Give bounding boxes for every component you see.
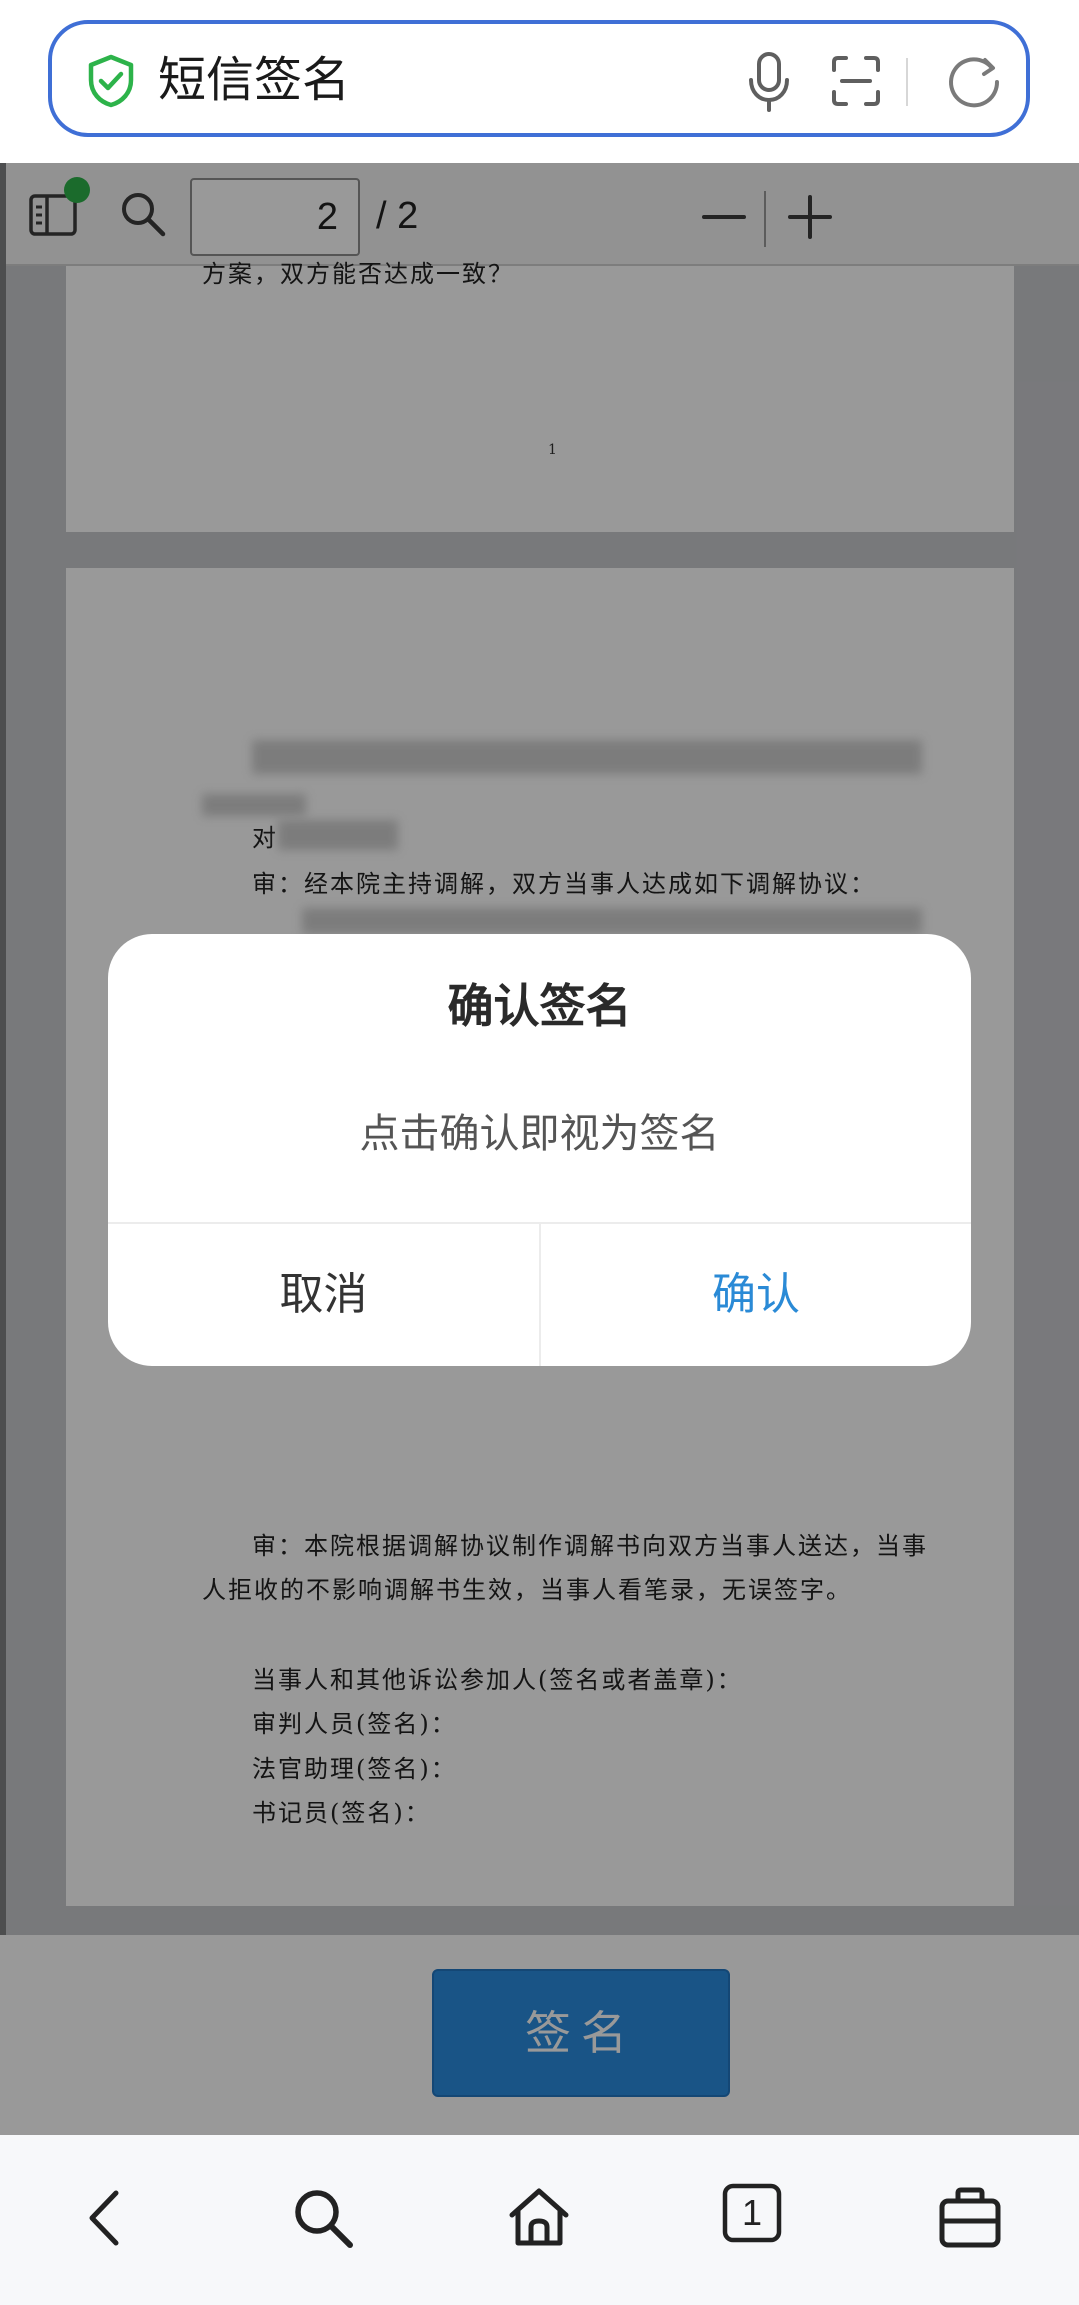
bottom-navigation: 1 xyxy=(0,2135,1079,2305)
address-bar[interactable]: 短信签名 xyxy=(48,20,1030,137)
back-icon[interactable] xyxy=(72,2183,142,2253)
tab-count: 1 xyxy=(741,2192,763,2233)
home-icon[interactable] xyxy=(504,2183,574,2253)
confirm-sign-dialog: 确认签名 点击确认即视为签名 取消 确认 xyxy=(108,934,971,1366)
scan-icon[interactable] xyxy=(830,54,882,108)
cancel-button[interactable]: 取消 xyxy=(108,1224,539,1366)
search-icon[interactable] xyxy=(288,2183,358,2253)
reload-icon[interactable] xyxy=(944,52,1004,112)
microphone-icon[interactable] xyxy=(744,50,794,114)
confirm-button[interactable]: 确认 xyxy=(541,1224,971,1366)
toolbox-icon[interactable] xyxy=(936,2183,1006,2253)
dialog-title: 确认签名 xyxy=(447,979,632,1033)
browser-top-bar: 短信签名 xyxy=(0,0,1079,163)
security-shield-icon xyxy=(88,54,134,108)
dialog-message: 点击确认即视为签名 xyxy=(359,1111,720,1157)
tabs-icon[interactable]: 1 xyxy=(722,2183,792,2253)
address-bar-divider xyxy=(906,58,908,106)
address-text[interactable]: 短信签名 xyxy=(158,48,350,112)
